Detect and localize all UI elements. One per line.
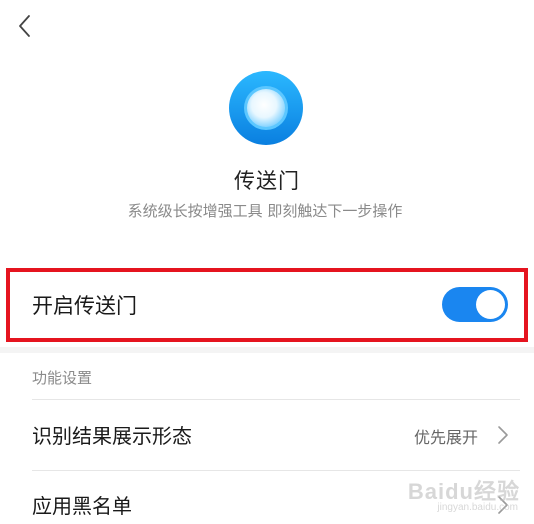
baidu-jingyan-watermark: Baidu经验 jingyan.baidu.com: [360, 474, 520, 518]
switch-knob: [476, 290, 505, 319]
section-divider: [0, 347, 534, 353]
enable-portal-row[interactable]: 开启传送门: [0, 268, 534, 342]
portal-settings-page: 传送门 系统级长按增强工具 即刻触达下一步操作 开启传送门 功能设置 识别结果展…: [0, 0, 534, 524]
enable-portal-switch[interactable]: [442, 287, 508, 322]
watermark-url: jingyan.baidu.com: [437, 502, 518, 513]
row-value: 优先展开: [413, 428, 478, 447]
divider: [32, 399, 520, 400]
settings-row-display-mode[interactable]: 识别结果展示形态 优先展开: [0, 402, 534, 468]
enable-portal-label: 开启传送门: [32, 294, 137, 318]
row-label: 识别结果展示形态: [32, 424, 192, 448]
row-label: 应用黑名单: [32, 494, 132, 518]
chevron-right-icon: [498, 426, 508, 444]
divider: [32, 470, 520, 471]
app-subtitle: 系统级长按增强工具 即刻触达下一步操作: [127, 202, 403, 220]
section-header-features: 功能设置: [32, 369, 93, 387]
app-title: 传送门: [234, 169, 300, 193]
portal-circle-icon: [229, 71, 303, 145]
back-button[interactable]: [12, 12, 36, 40]
chevron-left-icon: [19, 15, 30, 37]
